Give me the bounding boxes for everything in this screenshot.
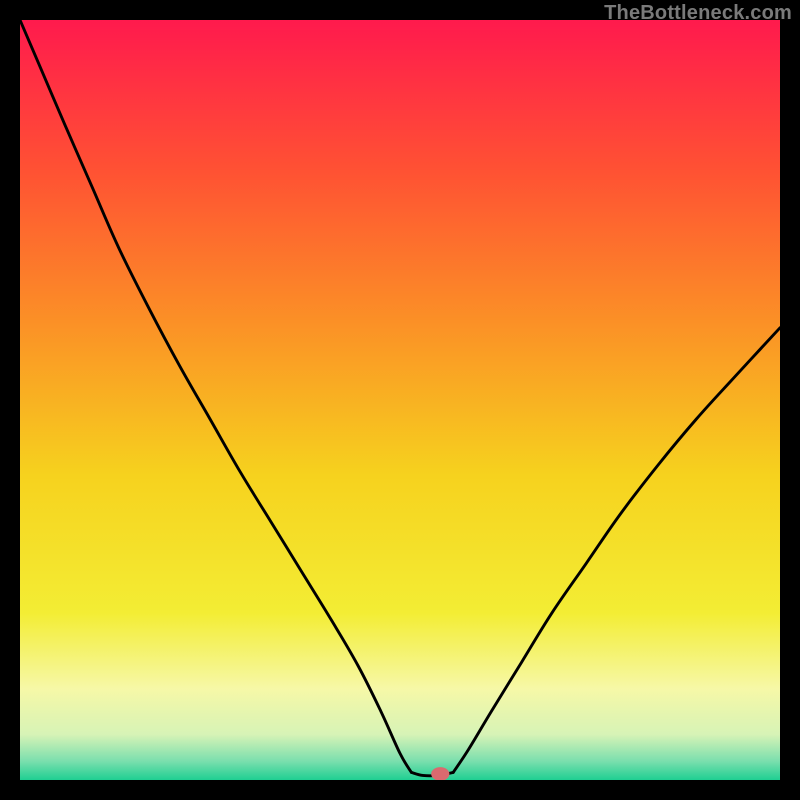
watermark-label: TheBottleneck.com	[604, 2, 792, 25]
gradient-background	[20, 20, 780, 780]
chart-frame: TheBottleneck.com	[0, 0, 800, 800]
plot-area	[20, 20, 780, 780]
